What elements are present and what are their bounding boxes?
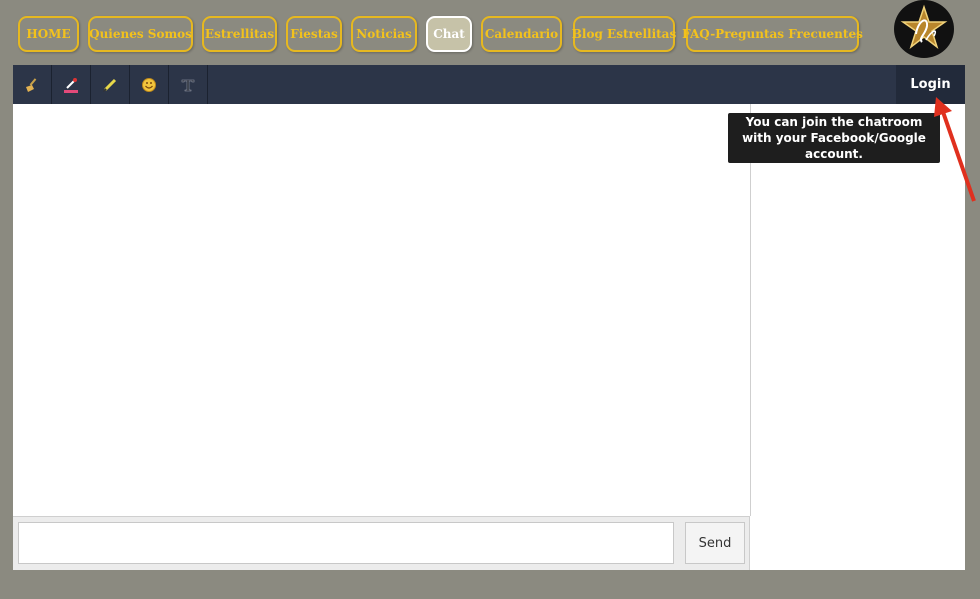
text-format-icon: [181, 79, 195, 91]
star-logo-icon: [900, 4, 948, 50]
site-logo[interactable]: [894, 0, 954, 58]
chat-toolbar: Login: [13, 65, 965, 104]
text-color-dropper-icon: [64, 77, 78, 93]
nav-chat[interactable]: Chat: [426, 16, 472, 52]
highlight-tool[interactable]: [91, 65, 130, 104]
send-button[interactable]: Send: [685, 522, 745, 564]
highlight-pencil-icon: [103, 78, 117, 92]
clear-broom-icon: [26, 77, 37, 92]
nav-estrellitas[interactable]: Estrellitas: [202, 16, 277, 52]
nav-calendario[interactable]: Calendario: [481, 16, 562, 52]
text-format-tool[interactable]: [169, 65, 208, 104]
message-input[interactable]: [18, 522, 674, 564]
clear-tool[interactable]: [13, 65, 52, 104]
message-area[interactable]: [13, 104, 751, 516]
text-color-tool[interactable]: [52, 65, 91, 104]
emoji-icon: [142, 77, 156, 92]
nav-noticias[interactable]: Noticias: [351, 16, 417, 52]
nav-home[interactable]: HOME: [18, 16, 79, 52]
login-tooltip: You can join the chatroom with your Face…: [728, 113, 940, 163]
composer-bar: Send: [13, 516, 750, 570]
annotation-arrow-icon: [934, 97, 976, 202]
emoji-tool[interactable]: [130, 65, 169, 104]
nav-faq[interactable]: FAQ-Preguntas Frecuentes: [682, 16, 863, 52]
nav-quienes-somos[interactable]: Quienes Somos: [88, 16, 193, 52]
nav-blog-estrellitas[interactable]: Blog Estrellitas: [572, 16, 676, 52]
nav-fiestas[interactable]: Fiestas: [286, 16, 342, 52]
